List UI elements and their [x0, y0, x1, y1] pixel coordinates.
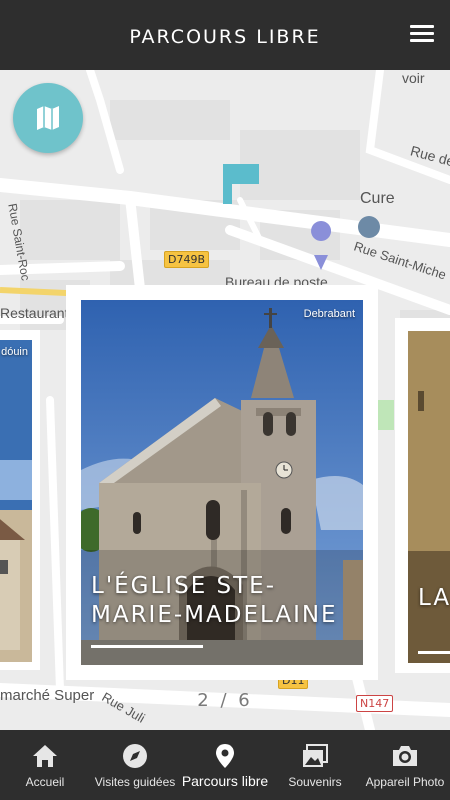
card-photo: Debrabant L'église Ste-Marie-Madelaine: [81, 300, 363, 665]
hamburger-menu-icon[interactable]: [410, 25, 434, 43]
nav-label: Souvenirs: [288, 775, 342, 789]
camera-icon: [393, 746, 417, 766]
card-title: L'église Ste-Marie-Madelaine: [91, 573, 338, 628]
carousel-card-next[interactable]: La ta: [395, 318, 450, 673]
nav-item-parcours-libre[interactable]: Parcours libre: [180, 730, 270, 800]
card-title-underline: [418, 651, 450, 654]
route-badge-d749b: D749B: [164, 251, 210, 268]
carousel-pager: 2 / 6: [197, 690, 253, 711]
location-pin-icon: [216, 744, 234, 768]
map-label-restaurant: Restaurant: [0, 305, 69, 321]
photos-icon: [303, 744, 328, 767]
home-icon: [33, 745, 57, 767]
app-screen: PARCOURS LIBRE voir Rue de Cure Rue Sain…: [0, 0, 450, 800]
map-label-cure: Cure: [360, 190, 395, 207]
map-toggle-button[interactable]: [13, 83, 83, 153]
top-app-bar: PARCOURS LIBRE: [0, 0, 450, 70]
nav-item-souvenirs[interactable]: Souvenirs: [270, 730, 360, 800]
nav-label: Accueil: [25, 775, 65, 789]
card-title-underline: [91, 645, 203, 648]
compass-icon: [123, 744, 147, 768]
photo-credit: dóuin: [1, 346, 28, 358]
nav-item-visites-guidees[interactable]: Visites guidées: [90, 730, 180, 800]
nav-label: Visites guidées: [94, 775, 176, 789]
card-photo: La ta: [408, 331, 450, 663]
carousel-card-previous[interactable]: dóuin: [0, 330, 40, 670]
nav-item-accueil[interactable]: Accueil: [0, 730, 90, 800]
card-photo: dóuin: [0, 340, 32, 662]
map-label-avoir: voir: [402, 70, 425, 86]
card-title: La ta: [418, 585, 450, 611]
bottom-navigation: Accueil Visites guidées Parcours libre S…: [0, 730, 450, 800]
photo-credit: Debrabant: [303, 308, 355, 320]
nav-label: Appareil Photo: [365, 775, 445, 789]
page-title: PARCOURS LIBRE: [129, 26, 321, 48]
nav-label: Parcours libre: [181, 773, 269, 789]
carousel-card-current[interactable]: Debrabant L'église Ste-Marie-Madelaine: [66, 285, 378, 680]
map-icon: [37, 106, 59, 130]
nav-item-appareil-photo[interactable]: Appareil Photo: [360, 730, 450, 800]
